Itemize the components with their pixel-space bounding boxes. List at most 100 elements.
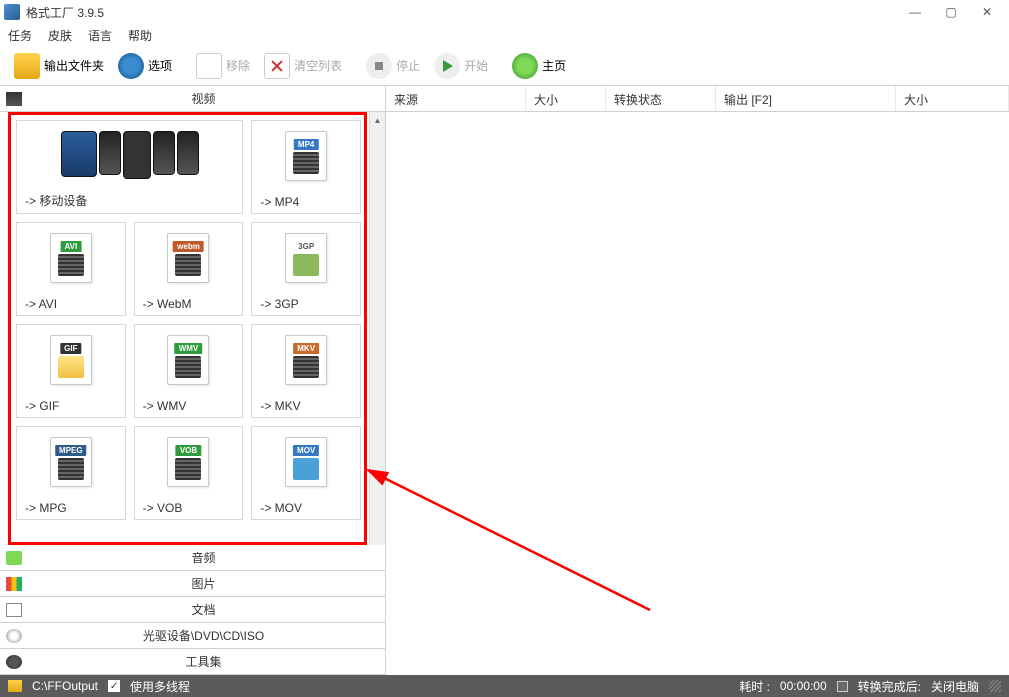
tile-mov-label: -> MOV [252,497,360,519]
col-state[interactable]: 转换状态 [606,86,716,111]
multithread-checkbox[interactable]: ✓ [108,680,120,692]
folder-icon [14,53,40,79]
image-icon [6,577,22,591]
col-source[interactable]: 来源 [386,86,526,111]
phone-icon [99,131,121,175]
gear-icon [118,53,144,79]
tile-vob-label: -> VOB [135,497,243,519]
tile-webm-label: -> WebM [135,293,243,315]
category-document[interactable]: 文档 [0,597,385,623]
tile-wmv-label: -> WMV [135,395,243,417]
resize-grip[interactable] [989,680,1001,692]
task-list-empty [386,112,1009,675]
table-header: 来源 大小 转换状态 输出 [F2] 大小 [386,86,1009,112]
output-folder-label: 输出文件夹 [44,57,104,74]
category-audio[interactable]: 音频 [0,545,385,571]
shutdown-checkbox[interactable] [837,681,848,692]
tile-gif[interactable]: GIF -> GIF [16,324,126,418]
menu-skin[interactable]: 皮肤 [48,27,72,44]
menu-lang[interactable]: 语言 [88,27,112,44]
device-icon [123,131,151,179]
category-image[interactable]: 图片 [0,571,385,597]
tile-avi-label: -> AVI [17,293,125,315]
clear-button[interactable]: 清空列表 [258,50,348,82]
elapsed-value: 00:00:00 [780,679,827,693]
stop-label: 停止 [396,57,420,74]
col-big[interactable]: 大小 [896,86,1009,111]
tile-mpg[interactable]: MPEG -> MPG [16,426,126,520]
category-video[interactable]: 视频 [0,86,385,112]
scrollbar[interactable]: ▲ [369,112,385,545]
tile-mkv[interactable]: MKV -> MKV [251,324,361,418]
app-icon [4,4,20,20]
options-label: 选项 [148,57,172,74]
disc-icon [6,629,22,643]
options-button[interactable]: 选项 [112,50,178,82]
left-panel: 视频 ▲ -> 移动设备 MP4 [0,86,386,675]
statusbar: C:\FFOutput ✓ 使用多线程 耗时 : 00:00:00 转换完成后:… [0,675,1009,697]
document-icon [6,603,22,617]
home-label: 主页 [542,57,566,74]
tile-gif-label: -> GIF [17,395,125,417]
main-area: 视频 ▲ -> 移动设备 MP4 [0,86,1009,675]
multithread-label: 使用多线程 [130,678,190,695]
menubar: 任务 皮肤 语言 帮助 [0,24,1009,46]
stop-icon [366,53,392,79]
category-disc[interactable]: 光驱设备\DVD\CD\ISO [0,623,385,649]
remove-button[interactable]: 移除 [190,50,256,82]
globe-icon [512,53,538,79]
format-grid-area: ▲ -> 移动设备 MP4 -> MP4 [0,112,385,545]
phone-icon [177,131,199,175]
format-grid: -> 移动设备 MP4 -> MP4 AVI -> AVI webm -> We… [16,120,361,520]
output-folder-button[interactable]: 输出文件夹 [8,50,110,82]
close-button[interactable]: ✕ [969,2,1005,22]
document-icon [196,53,222,79]
after-done-label: 转换完成后: [858,678,921,695]
window-title: 格式工厂 3.9.5 [26,4,897,21]
tile-mkv-label: -> MKV [252,395,360,417]
tile-webm[interactable]: webm -> WebM [134,222,244,316]
category-audio-label: 音频 [28,549,379,566]
folder-icon [8,680,22,692]
remove-label: 移除 [226,57,250,74]
play-icon [434,53,460,79]
stop-button[interactable]: 停止 [360,50,426,82]
film-icon [6,92,22,106]
elapsed-label: 耗时 : [739,678,770,695]
tile-mpg-label: -> MPG [17,497,125,519]
music-icon [6,551,22,565]
tile-mp4-label: -> MP4 [252,191,360,213]
output-path[interactable]: C:\FFOutput [32,679,98,693]
tile-mobile-label: -> 移动设备 [17,188,242,213]
maximize-button[interactable]: ▢ [933,2,969,22]
phone-icon [153,131,175,175]
tile-mobile[interactable]: -> 移动设备 [16,120,243,214]
tablet-icon [61,131,97,177]
clear-icon [264,53,290,79]
category-document-label: 文档 [28,601,379,618]
toolbar: 输出文件夹 选项 移除 清空列表 停止 开始 主页 [0,46,1009,86]
tile-avi[interactable]: AVI -> AVI [16,222,126,316]
menu-help[interactable]: 帮助 [128,27,152,44]
titlebar: 格式工厂 3.9.5 — ▢ ✕ [0,0,1009,24]
menu-task[interactable]: 任务 [8,27,32,44]
start-button[interactable]: 开始 [428,50,494,82]
col-size[interactable]: 大小 [526,86,606,111]
clear-label: 清空列表 [294,57,342,74]
scroll-up-icon[interactable]: ▲ [370,112,385,128]
home-button[interactable]: 主页 [506,50,572,82]
tile-wmv[interactable]: WMV -> WMV [134,324,244,418]
tile-mov[interactable]: MOV -> MOV [251,426,361,520]
col-output[interactable]: 输出 [F2] [716,86,896,111]
right-panel: 来源 大小 转换状态 输出 [F2] 大小 [386,86,1009,675]
tile-vob[interactable]: VOB -> VOB [134,426,244,520]
shutdown-label: 关闭电脑 [931,678,979,695]
minimize-button[interactable]: — [897,2,933,22]
tile-mp4[interactable]: MP4 -> MP4 [251,120,361,214]
category-video-label: 视频 [28,90,379,107]
category-tools[interactable]: 工具集 [0,649,385,675]
category-disc-label: 光驱设备\DVD\CD\ISO [28,627,379,644]
tile-3gp[interactable]: 3GP -> 3GP [251,222,361,316]
category-image-label: 图片 [28,575,379,592]
start-label: 开始 [464,57,488,74]
